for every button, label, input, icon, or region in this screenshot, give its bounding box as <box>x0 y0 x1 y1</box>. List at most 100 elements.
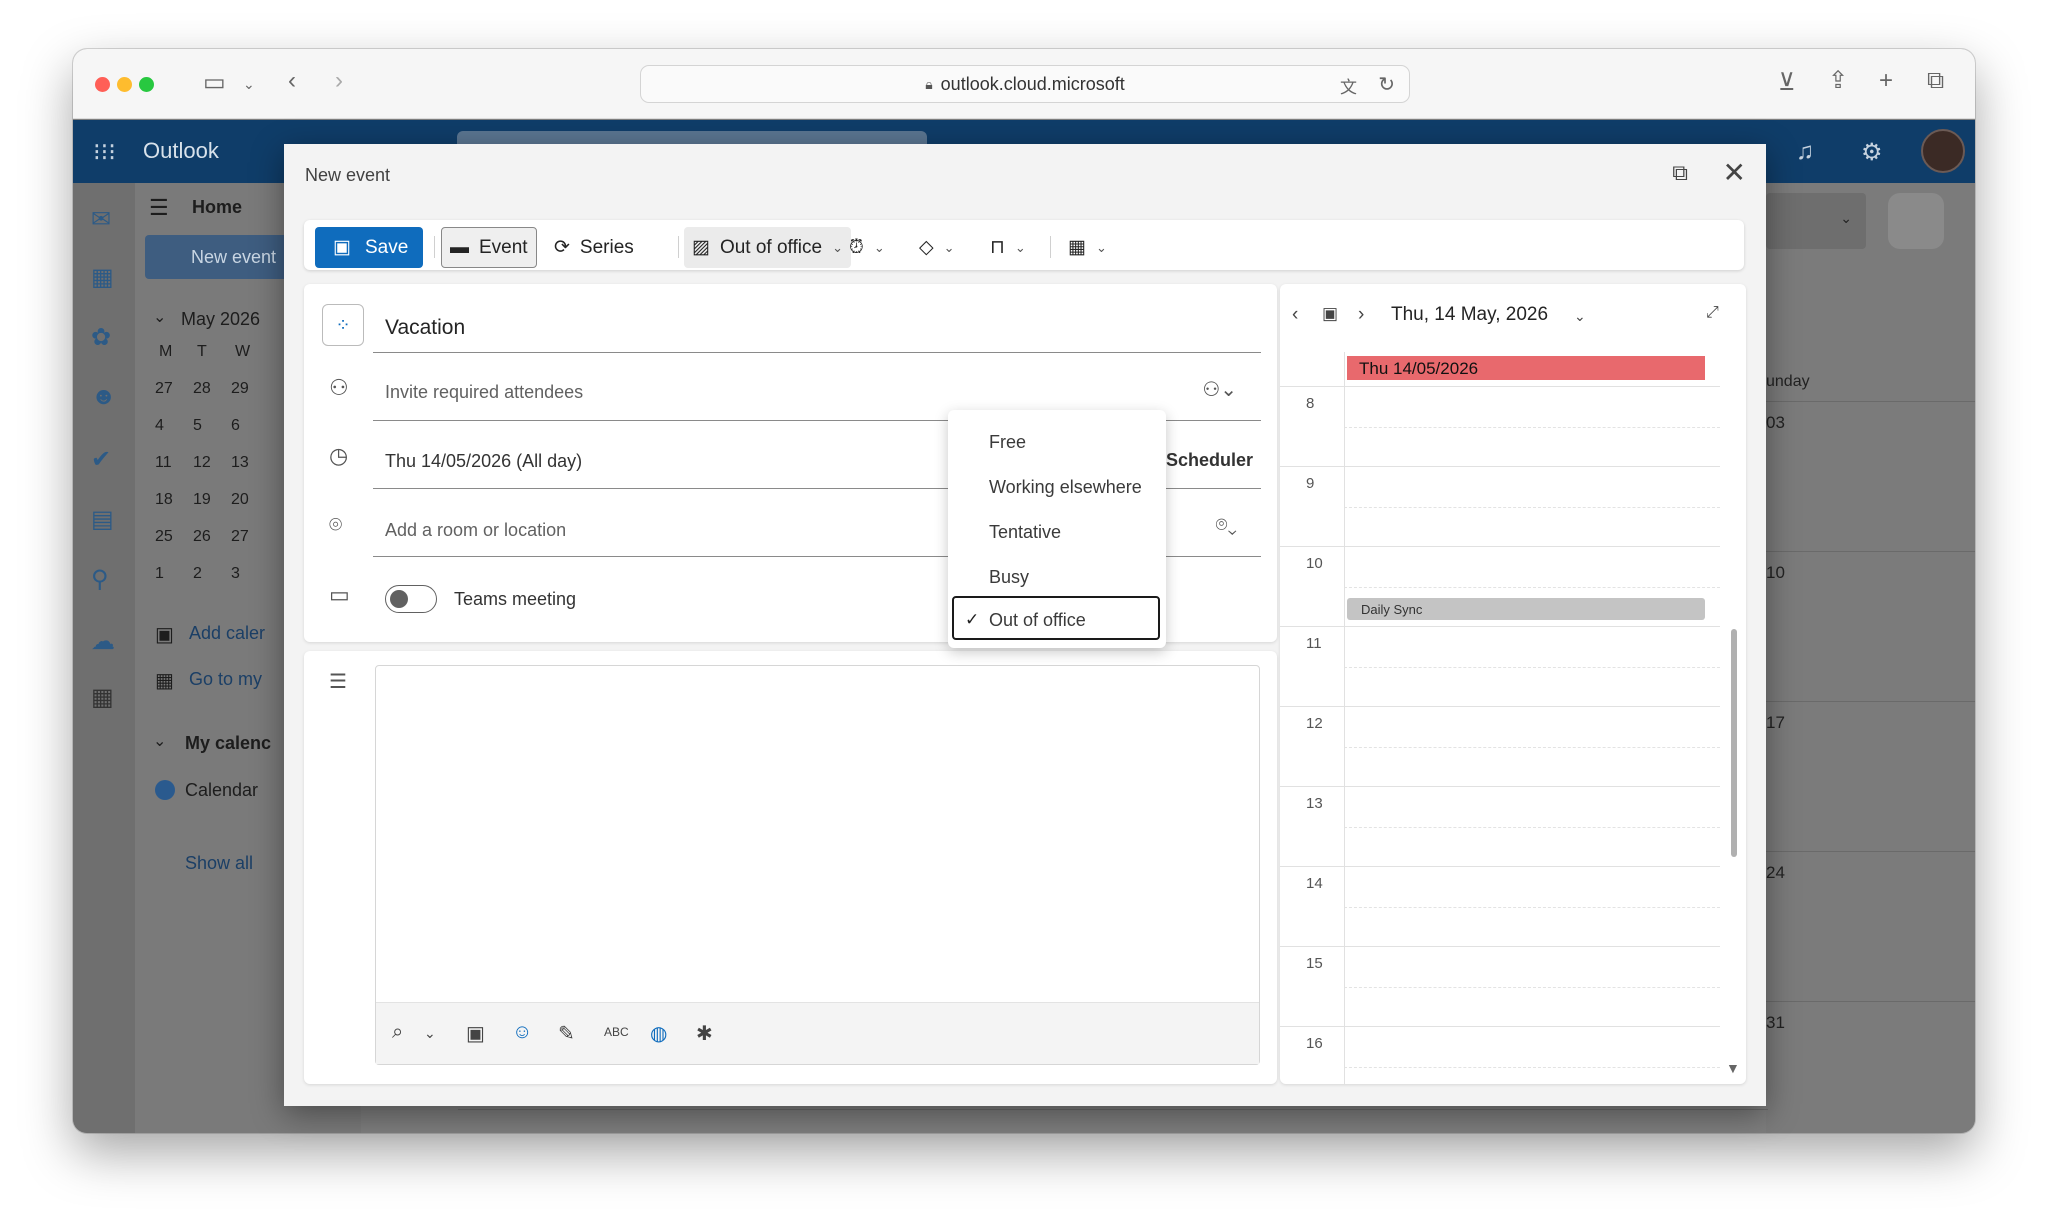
calendar-icon[interactable]: ▦ <box>91 263 114 292</box>
series-button[interactable]: ⟳ Series <box>554 227 634 268</box>
mini-calendar-day[interactable]: 18 <box>155 491 173 509</box>
check-icon[interactable] <box>155 780 175 800</box>
add-calendar-link[interactable]: Add caler <box>189 623 265 644</box>
attendee-options-icon[interactable]: ⚇⌄ <box>1202 377 1237 402</box>
title-field[interactable]: Vacation <box>385 316 465 340</box>
reload-icon[interactable]: ↻ <box>1378 72 1395 97</box>
privacy-button[interactable]: ⊓ ⌄ <box>990 227 1026 268</box>
date-field[interactable]: Thu 14/05/2026 (All day) <box>385 451 582 472</box>
mail-icon[interactable]: ✉ <box>91 205 111 234</box>
calendar-date[interactable]: 17 <box>1766 713 1785 733</box>
show-all-link[interactable]: Show all <box>185 853 253 874</box>
hour-row[interactable]: 15 <box>1280 946 1720 1026</box>
grid-icon[interactable]: ▦ <box>155 668 174 693</box>
mini-calendar-day[interactable]: 20 <box>231 491 249 509</box>
zoom-window-button[interactable] <box>139 77 154 92</box>
mini-calendar-day[interactable]: 25 <box>155 528 173 546</box>
calendar-item[interactable]: Calendar <box>185 780 258 801</box>
copilot-icon[interactable] <box>1888 193 1944 249</box>
apps-button[interactable]: ▦ ⌄ <box>1068 227 1107 268</box>
avatar[interactable] <box>1921 129 1965 173</box>
mini-calendar-day[interactable]: 19 <box>193 491 211 509</box>
calendar-date[interactable]: 31 <box>1766 1013 1785 1033</box>
go-to-link[interactable]: Go to my <box>189 669 262 690</box>
teams-toggle[interactable] <box>385 585 437 613</box>
categorize-button[interactable]: ◇ ⌄ <box>919 227 955 268</box>
save-button[interactable]: ▣ Save <box>315 227 423 268</box>
minimize-window-button[interactable] <box>117 77 132 92</box>
people-icon[interactable]: ☻ <box>91 383 116 411</box>
mini-calendar-day[interactable]: 3 <box>231 565 240 583</box>
accessibility-icon[interactable]: ✱ <box>696 1021 713 1046</box>
mini-calendar-day[interactable]: 6 <box>231 417 240 435</box>
mini-calendar-day[interactable]: 4 <box>155 417 164 435</box>
draw-icon[interactable]: ✎ <box>558 1021 575 1046</box>
show-as-option[interactable]: ✓ Out of office <box>952 596 1160 640</box>
show-as-option[interactable]: Tentative <box>948 510 1166 554</box>
notes-editor[interactable]: ⌕ ⌄ ▣ ☺ ✎ ABC ◍ ✱ <box>375 665 1260 1065</box>
share-icon[interactable]: ⇪ <box>1828 69 1848 93</box>
prev-day-icon[interactable]: ‹ <box>1292 304 1298 326</box>
forward-icon[interactable]: › <box>335 69 343 93</box>
calendar-date[interactable]: 10 <box>1766 563 1785 583</box>
expand-icon[interactable]: ⤢ <box>1706 304 1719 322</box>
copilot-icon[interactable]: ◍ <box>650 1021 667 1046</box>
next-day-icon[interactable]: › <box>1358 304 1364 326</box>
plus-icon[interactable]: + <box>1879 69 1893 93</box>
location-options-icon[interactable]: ⌾⌄ <box>1216 514 1237 537</box>
chevron-down-icon[interactable]: ⌄ <box>243 72 255 96</box>
image-icon[interactable]: ▣ <box>466 1021 485 1046</box>
mini-calendar-day[interactable]: 13 <box>231 454 249 472</box>
sticker-icon[interactable]: ☺ <box>512 1021 532 1044</box>
today-icon[interactable]: ▣ <box>1322 304 1338 324</box>
address-bar[interactable]: 🔒︎ outlook.cloud.microsoft 文 ↻ <box>640 65 1410 103</box>
scrollbar[interactable] <box>1731 629 1737 857</box>
close-window-button[interactable] <box>95 77 110 92</box>
close-icon[interactable]: ✕ <box>1723 156 1746 189</box>
chevron-down-icon[interactable]: ⌄ <box>153 731 166 751</box>
show-as-option[interactable]: Working elsewhere <box>948 465 1166 509</box>
calendar-date[interactable]: 03 <box>1766 413 1785 433</box>
mini-calendar-day[interactable]: 11 <box>155 454 172 472</box>
hour-row[interactable]: 12 <box>1280 706 1720 786</box>
reminder-button[interactable]: ⏰︎ ⌄ <box>849 227 885 268</box>
show-as-option[interactable]: Free <box>948 420 1166 464</box>
org-icon[interactable]: ⚲ <box>91 565 109 594</box>
category-icon[interactable]: ⁘ <box>322 304 364 346</box>
show-as-dropdown[interactable]: ▨ Out of office ⌄ <box>684 227 851 268</box>
chevron-down-icon[interactable]: ⌄ <box>153 307 166 327</box>
back-icon[interactable]: ‹ <box>288 69 296 93</box>
gear-icon[interactable]: ⚙ <box>1861 138 1883 167</box>
mini-calendar-day[interactable]: 2 <box>193 565 202 583</box>
calendar-event[interactable]: Daily Sync <box>1347 598 1705 620</box>
add-calendar-icon[interactable]: ▣ <box>155 622 174 647</box>
chevron-down-icon[interactable]: ⌄ <box>424 1025 436 1042</box>
download-icon[interactable]: ⊻ <box>1778 71 1796 95</box>
view-dropdown[interactable]: ⌄ <box>1766 193 1866 249</box>
chevron-down-icon[interactable]: ⌄ <box>1574 308 1586 325</box>
hour-row[interactable]: 9 <box>1280 466 1720 546</box>
mini-calendar-day[interactable]: 12 <box>193 454 211 472</box>
sidebar-icon[interactable]: ▭ <box>203 71 226 95</box>
mini-calendar-day[interactable]: 28 <box>193 380 211 398</box>
show-as-option[interactable]: Busy <box>948 555 1166 599</box>
files-icon[interactable]: ▤ <box>91 505 114 534</box>
bell-icon[interactable]: ♫ <box>1796 138 1814 166</box>
translate-icon[interactable]: 文 <box>1340 73 1357 98</box>
location-input[interactable]: Add a room or location <box>385 520 566 541</box>
popout-icon[interactable]: ⧉ <box>1672 160 1688 186</box>
hour-row[interactable]: 16 <box>1280 1026 1720 1084</box>
all-day-event[interactable]: Thu 14/05/2026 <box>1347 356 1705 380</box>
scroll-down-icon[interactable]: ▼ <box>1726 1060 1740 1076</box>
onedrive-icon[interactable]: ☁ <box>91 627 115 656</box>
mini-calendar-day[interactable]: 27 <box>155 380 173 398</box>
tabs-icon[interactable]: ⧉ <box>1927 69 1944 93</box>
spellcheck-icon[interactable]: ABC <box>604 1025 629 1039</box>
hour-row[interactable]: 11 <box>1280 626 1720 706</box>
attendees-input[interactable]: Invite required attendees <box>385 382 583 403</box>
copilot-icon[interactable]: ✿ <box>91 323 111 352</box>
event-button[interactable]: ▬ Event <box>441 227 537 268</box>
calendar-date[interactable]: 24 <box>1766 863 1785 883</box>
app-grid-icon[interactable]: ⁝⁝⁝ <box>93 138 116 167</box>
day-title[interactable]: Thu, 14 May, 2026 <box>1391 304 1548 326</box>
